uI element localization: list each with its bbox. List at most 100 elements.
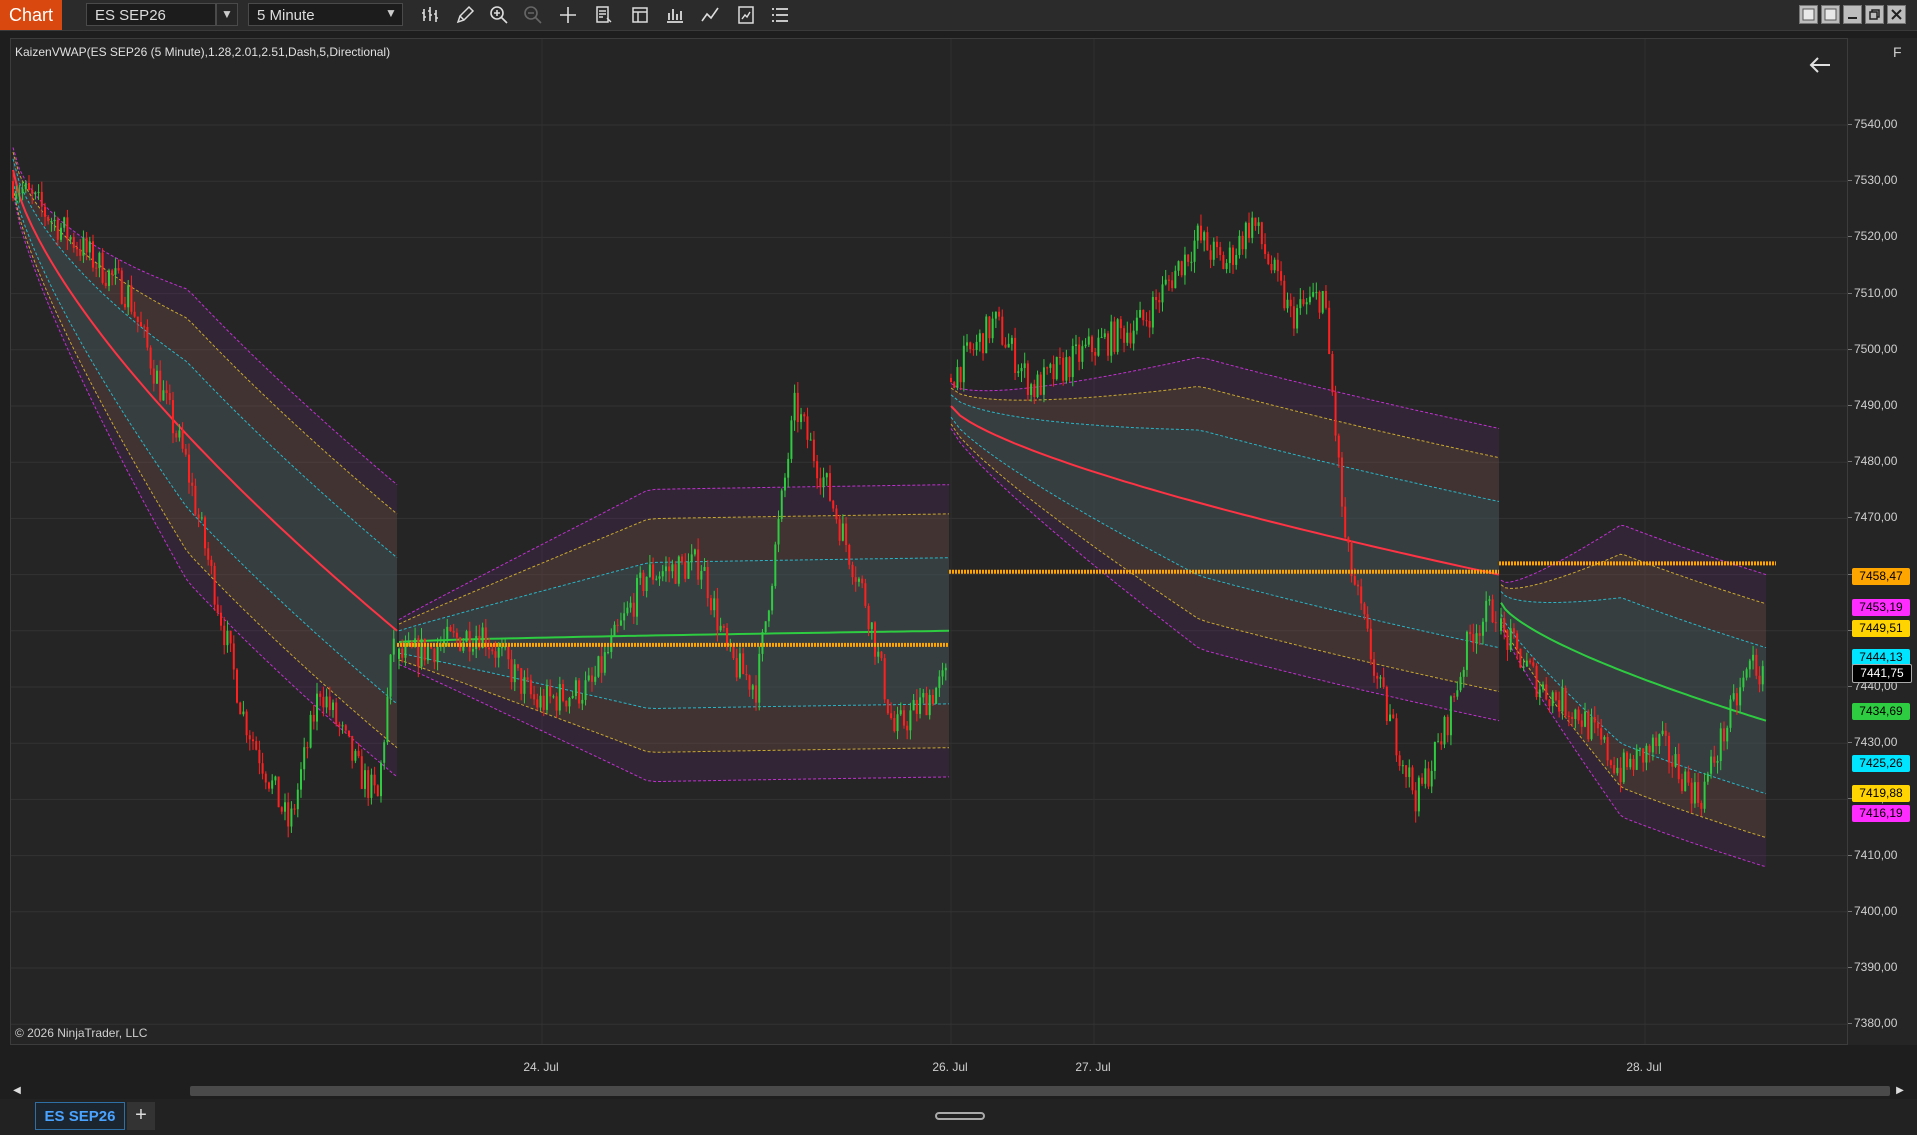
candle-body	[332, 702, 334, 710]
candle-body	[354, 750, 357, 761]
candle-body	[1661, 730, 1664, 735]
candle-body	[771, 585, 774, 611]
candle-body	[204, 517, 206, 549]
candle-body	[1472, 634, 1475, 644]
candle-body	[1424, 768, 1427, 784]
indicators-icon[interactable]	[697, 3, 723, 27]
zoom-in-icon[interactable]	[486, 3, 512, 27]
candle-body	[475, 635, 478, 650]
strategies-icon[interactable]	[662, 3, 688, 27]
candle-body	[152, 368, 155, 384]
candle-body	[1222, 255, 1225, 269]
minimize-icon[interactable]	[1843, 5, 1862, 24]
candle-body	[306, 747, 309, 749]
candle-body	[1629, 758, 1632, 768]
candle-body	[15, 194, 18, 199]
candle-body	[95, 267, 98, 269]
chart-plot-area[interactable]	[10, 38, 1848, 1045]
session-1	[12, 147, 398, 838]
candle-body	[1084, 344, 1087, 347]
candle-body	[812, 439, 815, 462]
scroll-left-icon[interactable]: ◀	[10, 1083, 24, 1099]
candle-body	[1616, 767, 1619, 774]
price-axis[interactable]: 7540,00 7530,00 7520,00 7510,00 7500,00 7490,…	[1848, 38, 1917, 1045]
horizontal-scrollbar[interactable]: ◀ ▶	[10, 1083, 1907, 1099]
scroll-thumb[interactable]	[190, 1086, 1890, 1096]
chart-trader-icon[interactable]	[733, 3, 759, 27]
candle-body	[216, 604, 219, 613]
price-marker-label: 7458,47	[1852, 568, 1910, 585]
candle-body	[223, 625, 226, 646]
candle-body	[549, 685, 552, 697]
interval-dropdown-icon[interactable]: ▼	[380, 3, 402, 26]
price-marker-label: 7453,19	[1852, 599, 1910, 616]
candle-body	[85, 237, 88, 253]
restore-icon[interactable]	[1865, 5, 1884, 24]
bars-type-icon[interactable]	[418, 3, 444, 27]
candle-body	[529, 679, 532, 695]
candle-body	[1292, 306, 1295, 329]
candle-body	[1459, 676, 1462, 691]
candle-body	[184, 448, 187, 455]
back-arrow-icon[interactable]	[1805, 50, 1835, 80]
time-axis[interactable]: 24. Jul 26. Jul 27. Jul 28. Jul	[10, 1045, 1848, 1087]
candle-body	[632, 602, 635, 617]
candle-body	[912, 700, 915, 711]
candle-body	[1049, 364, 1052, 368]
tile-horizontal-icon[interactable]	[1799, 5, 1818, 24]
candle-body	[242, 711, 245, 715]
candle-body	[994, 311, 997, 319]
candle-body	[1238, 235, 1241, 256]
candle-body	[1254, 217, 1257, 226]
candle-body	[819, 478, 822, 488]
price-marker-label: 7419,88	[1852, 785, 1910, 802]
price-tick-label: 7480,00	[1848, 454, 1898, 469]
menu-icon[interactable]	[767, 3, 793, 27]
candle-body	[1542, 684, 1545, 690]
candle-body	[1421, 777, 1424, 784]
candle-body	[264, 773, 267, 783]
price-tick-label: 7500,00	[1848, 341, 1898, 356]
candle-body	[98, 252, 101, 269]
candle-body	[178, 430, 181, 438]
candle-body	[56, 219, 59, 240]
candle-body	[1706, 773, 1709, 782]
candle-body	[383, 742, 386, 763]
candle-body	[130, 285, 133, 312]
zoom-out-icon[interactable]	[520, 3, 546, 27]
candle-body	[793, 392, 796, 421]
instrument-selector[interactable]: ES SEP26	[86, 3, 216, 26]
price-marker-label: 7425,26	[1852, 755, 1910, 772]
candle-body	[517, 664, 520, 669]
candle-body	[938, 676, 941, 688]
chart-window-tab[interactable]: Chart	[0, 0, 62, 30]
add-tab-button[interactable]: +	[127, 1102, 155, 1130]
candle-body	[401, 648, 404, 658]
price-chart-svg[interactable]	[11, 39, 1848, 1045]
candle-body	[271, 780, 274, 789]
candle-body	[213, 565, 216, 605]
properties-icon[interactable]	[627, 3, 653, 27]
close-icon[interactable]	[1887, 5, 1906, 24]
candle-body	[1180, 261, 1183, 276]
candle-body	[1668, 735, 1671, 763]
candle-body	[1532, 662, 1535, 666]
data-box-icon[interactable]	[591, 3, 617, 27]
tab-es-sep26[interactable]: ES SEP26	[35, 1102, 125, 1130]
candle-body	[1369, 628, 1372, 660]
scroll-right-icon[interactable]: ▶	[1893, 1083, 1907, 1099]
candle-body	[37, 191, 40, 193]
candle-body	[1241, 235, 1244, 250]
candle-body	[742, 653, 745, 675]
drawing-pencil-icon[interactable]	[452, 3, 478, 27]
crosshair-icon[interactable]	[555, 3, 581, 27]
candle-body	[1761, 666, 1764, 685]
price-tick-label: 7540,00	[1848, 117, 1898, 131]
f-indicator-label[interactable]: F	[1893, 44, 1902, 60]
price-tick-label: 7520,00	[1848, 229, 1898, 244]
candle-body	[706, 566, 709, 599]
tile-vertical-icon[interactable]	[1821, 5, 1840, 24]
instrument-dropdown-icon[interactable]: ▼	[216, 3, 238, 26]
resize-handle[interactable]	[935, 1112, 985, 1120]
candle-body	[1522, 666, 1525, 668]
